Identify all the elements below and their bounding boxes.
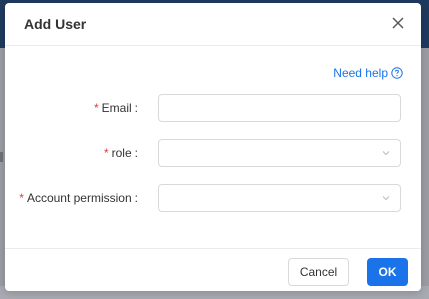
email-field-box bbox=[158, 94, 401, 122]
account-permission-row: * Account permission: bbox=[5, 184, 421, 212]
dialog-title: Add User bbox=[24, 16, 87, 32]
required-marker: * bbox=[103, 146, 109, 160]
account-permission-label: * Account permission: bbox=[19, 184, 138, 212]
label-separator: : bbox=[134, 146, 138, 160]
account-permission-label-text: Account permission bbox=[26, 191, 132, 205]
close-button[interactable] bbox=[391, 16, 405, 30]
label-separator: : bbox=[134, 101, 138, 115]
chevron-down-icon bbox=[382, 151, 390, 156]
dialog-footer: Cancel OK bbox=[5, 248, 421, 291]
chevron-down-icon bbox=[382, 196, 390, 201]
cancel-button[interactable]: Cancel bbox=[288, 258, 349, 286]
required-marker: * bbox=[93, 101, 99, 115]
label-separator: : bbox=[134, 191, 138, 205]
required-marker: * bbox=[19, 191, 24, 205]
role-label: * role: bbox=[104, 139, 138, 167]
add-user-dialog: Add User Need help * Email: * role: * Ac… bbox=[5, 3, 421, 291]
email-label: * Email: bbox=[94, 94, 138, 122]
role-row: * role: bbox=[5, 139, 421, 167]
need-help-label: Need help bbox=[333, 66, 388, 80]
email-row: * Email: bbox=[5, 94, 421, 122]
help-icon bbox=[391, 67, 403, 79]
dialog-header: Add User bbox=[5, 3, 421, 46]
account-permission-select[interactable] bbox=[158, 184, 401, 212]
ok-button[interactable]: OK bbox=[367, 258, 408, 286]
need-help-link[interactable]: Need help bbox=[333, 66, 403, 80]
role-label-text: role bbox=[111, 146, 132, 160]
role-select[interactable] bbox=[158, 139, 401, 167]
email-field[interactable] bbox=[159, 95, 400, 121]
email-label-text: Email bbox=[101, 101, 132, 115]
background-edge-mark bbox=[0, 152, 3, 162]
close-icon bbox=[392, 17, 404, 29]
